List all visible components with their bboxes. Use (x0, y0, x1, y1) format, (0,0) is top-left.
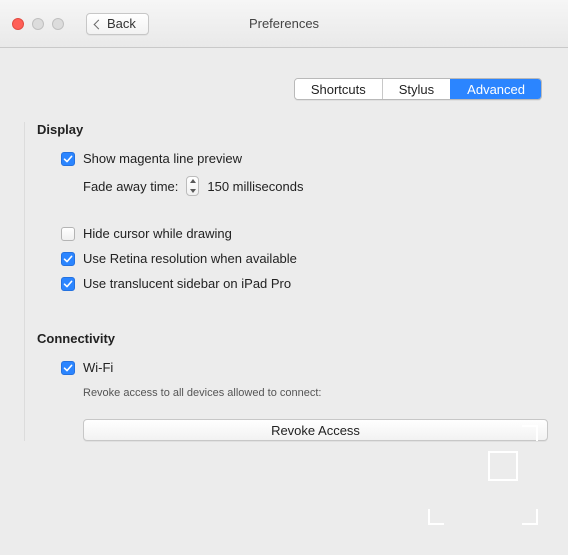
titlebar: Back Preferences (0, 0, 568, 48)
wifi-checkbox[interactable] (61, 361, 75, 375)
back-button-label: Back (107, 16, 136, 31)
zoom-window-button[interactable] (52, 18, 64, 30)
checkmark-icon (63, 254, 73, 264)
close-window-button[interactable] (12, 18, 24, 30)
tab-shortcuts[interactable]: Shortcuts (295, 79, 382, 99)
content-area: Shortcuts Stylus Advanced Display Show m… (0, 48, 568, 441)
show-magenta-row: Show magenta line preview (61, 151, 548, 166)
fade-away-value: 150 milliseconds (207, 179, 303, 194)
checkmark-icon (63, 279, 73, 289)
retina-row: Use Retina resolution when available (61, 251, 548, 266)
tab-stylus[interactable]: Stylus (382, 79, 450, 99)
checkmark-icon (63, 363, 73, 373)
hide-cursor-checkbox[interactable] (61, 227, 75, 241)
retina-checkbox[interactable] (61, 252, 75, 266)
connectivity-heading: Connectivity (37, 331, 548, 346)
wifi-label: Wi-Fi (83, 360, 113, 375)
revoke-access-button[interactable]: Revoke Access (83, 419, 548, 441)
show-magenta-checkbox[interactable] (61, 152, 75, 166)
back-button[interactable]: Back (86, 13, 149, 35)
tabs-segmented-control: Shortcuts Stylus Advanced (294, 78, 542, 100)
hide-cursor-row: Hide cursor while drawing (61, 226, 548, 241)
wifi-row: Wi-Fi (61, 360, 548, 375)
chevron-down-icon (190, 189, 196, 193)
connectivity-group: Connectivity Wi-Fi Revoke access to all … (37, 331, 548, 441)
translucent-checkbox[interactable] (61, 277, 75, 291)
translucent-row: Use translucent sidebar on iPad Pro (61, 276, 548, 291)
chevron-left-icon (94, 19, 104, 29)
retina-label: Use Retina resolution when available (83, 251, 297, 266)
minimize-window-button[interactable] (32, 18, 44, 30)
hide-cursor-label: Hide cursor while drawing (83, 226, 232, 241)
fade-away-stepper[interactable] (186, 176, 199, 196)
tab-advanced[interactable]: Advanced (450, 79, 541, 99)
revoke-help-text: Revoke access to all devices allowed to … (61, 387, 548, 399)
window-controls (12, 18, 64, 30)
fade-away-row: Fade away time: 150 milliseconds (61, 176, 548, 196)
chevron-up-icon (190, 179, 196, 183)
fade-away-label: Fade away time: (83, 179, 178, 194)
checkmark-icon (63, 154, 73, 164)
show-magenta-label: Show magenta line preview (83, 151, 242, 166)
translucent-label: Use translucent sidebar on iPad Pro (83, 276, 291, 291)
display-heading: Display (37, 122, 548, 137)
display-group: Display Show magenta line preview Fade a… (37, 122, 548, 291)
